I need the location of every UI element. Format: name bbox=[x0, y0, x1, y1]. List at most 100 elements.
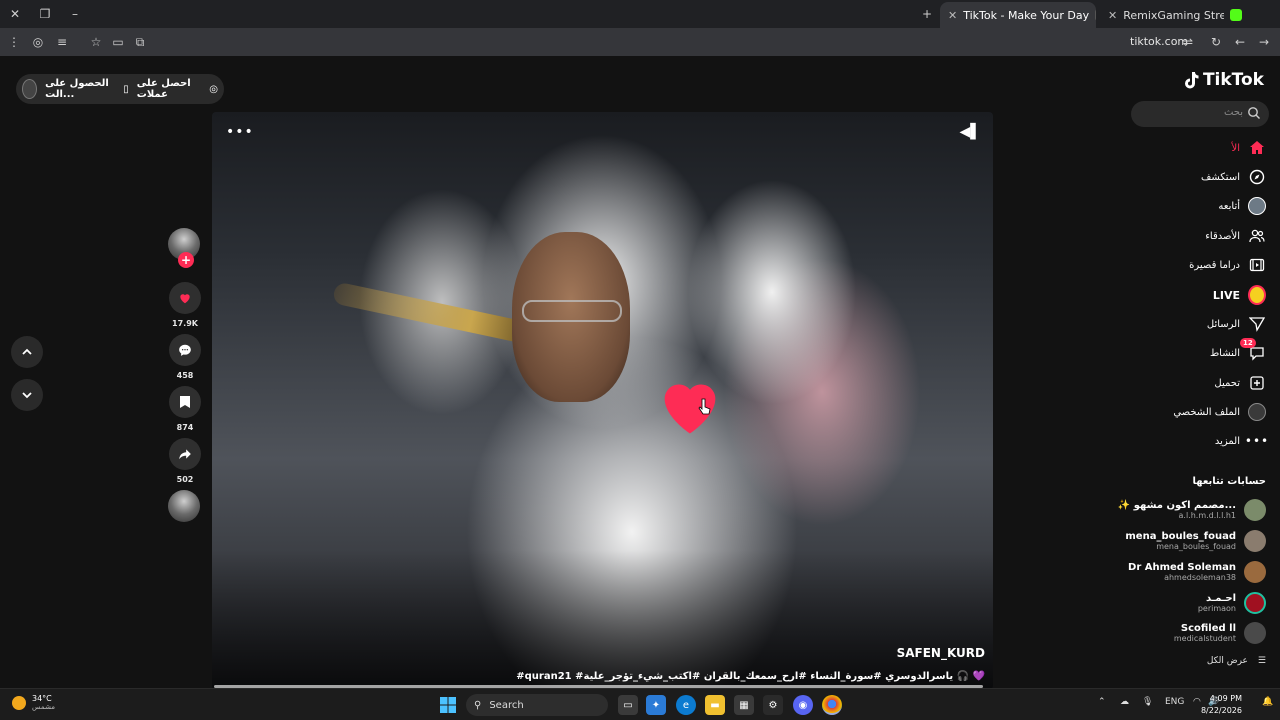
list-item[interactable]: mena_boules_fouad mena_boules_fouad bbox=[1125, 528, 1266, 554]
bookmark-icon[interactable] bbox=[169, 386, 201, 418]
sidebar-item-profile[interactable]: الملف الشخصي bbox=[1173, 402, 1266, 422]
notifications-icon[interactable]: 🔔 bbox=[1262, 697, 1273, 707]
sidebar-item-short-drama[interactable]: دراما قصيرة bbox=[1189, 255, 1266, 275]
windows-start-icon[interactable] bbox=[438, 695, 458, 715]
bookmark-star-icon[interactable]: ☆ bbox=[88, 34, 104, 50]
chevron-up-icon[interactable]: ⌃ bbox=[1098, 697, 1106, 707]
search-input[interactable]: بحث bbox=[1131, 101, 1269, 127]
previous-video-button[interactable] bbox=[11, 336, 43, 368]
temperature: 34°C bbox=[32, 694, 52, 703]
tab-close-icon[interactable]: ✕ bbox=[1108, 9, 1117, 22]
microphone-icon[interactable]: 🎙 bbox=[1142, 697, 1153, 707]
cast-icon[interactable]: ▭ bbox=[110, 34, 126, 50]
home-icon bbox=[1248, 139, 1266, 157]
taskbar-search[interactable]: ⚲ Search bbox=[466, 694, 608, 716]
sidebar-item-following[interactable]: أتابعه bbox=[1218, 196, 1266, 216]
tiktok-logo[interactable]: TikTok bbox=[1183, 70, 1264, 90]
list-item[interactable]: احـمـد perimaon bbox=[1198, 590, 1266, 616]
sidebar-item-activity[interactable]: النشاط 12 bbox=[1210, 338, 1266, 363]
coins-promo[interactable]: الحصول على الت... ▯ احصل على عملات ◎ bbox=[16, 74, 224, 104]
music-disc-icon[interactable] bbox=[168, 490, 200, 522]
share-arrow-icon[interactable] bbox=[169, 438, 201, 470]
comment-button[interactable]: 458 bbox=[168, 334, 202, 380]
chrome-icon[interactable] bbox=[822, 695, 842, 715]
reload-icon[interactable]: ↻ bbox=[1208, 34, 1224, 50]
copilot-icon[interactable]: ✦ bbox=[646, 695, 666, 715]
sidebar-item-more[interactable]: المزيد ••• bbox=[1214, 431, 1270, 451]
like-button[interactable]: 17.9K bbox=[168, 282, 202, 328]
list-item[interactable]: Dr Ahmed Soleman ahmedsoleman38 bbox=[1128, 559, 1266, 585]
search-icon: ⚲ bbox=[474, 699, 482, 711]
language-indicator[interactable]: ENG bbox=[1165, 697, 1184, 707]
more-options-icon[interactable]: ••• bbox=[226, 124, 254, 140]
store-icon[interactable]: ▦ bbox=[734, 695, 754, 715]
weather-widget[interactable]: 34°C مشمس bbox=[12, 694, 55, 711]
task-view-icon[interactable]: ▭ bbox=[618, 695, 638, 715]
sound-avatar[interactable] bbox=[168, 490, 202, 522]
sidebar-item-messages[interactable]: الرسائل bbox=[1207, 314, 1266, 334]
restore-window-icon[interactable]: ❐ bbox=[36, 5, 54, 23]
new-tab-icon[interactable]: + bbox=[918, 5, 936, 23]
account-name: Dr Ahmed Soleman bbox=[1128, 562, 1236, 573]
list-item[interactable]: ✨ مصمم اكون مشهو... a.l.h.m.d.l.l.h1 bbox=[1118, 497, 1266, 523]
back-icon[interactable]: ← bbox=[1232, 34, 1248, 50]
avatar[interactable] bbox=[1244, 592, 1266, 614]
avatar[interactable] bbox=[1244, 561, 1266, 583]
next-video-button[interactable] bbox=[11, 379, 43, 411]
avatar[interactable] bbox=[1244, 622, 1266, 644]
creator-avatar[interactable]: + bbox=[168, 228, 202, 268]
clock[interactable]: 4:09 PM 8/22/2026 bbox=[1201, 693, 1242, 717]
sidebar-item-home[interactable]: الأ bbox=[1232, 138, 1266, 158]
account-username: mena_boules_fouad bbox=[1156, 542, 1236, 551]
minimize-window-icon[interactable]: – bbox=[66, 5, 84, 23]
save-button[interactable]: 874 bbox=[168, 386, 202, 432]
video-player[interactable]: ••• ◀▌ SAFEN_KURD #quran21 #ياسرالدوسري … bbox=[212, 112, 993, 690]
glasses-image bbox=[522, 300, 622, 322]
avatar[interactable] bbox=[1244, 499, 1266, 521]
tiktok-note-icon bbox=[1184, 72, 1199, 89]
account-username: medicalstudent bbox=[1173, 634, 1236, 643]
heart-icon[interactable] bbox=[169, 282, 201, 314]
tab-kick[interactable]: ✕ RemixGaming Stream - Kick De bbox=[1100, 2, 1250, 28]
file-explorer-icon[interactable]: ▬ bbox=[705, 695, 725, 715]
comment-icon[interactable] bbox=[169, 334, 201, 366]
reading-list-icon[interactable]: ≡ bbox=[54, 34, 70, 50]
sidebar-item-live[interactable]: LIVE bbox=[1213, 285, 1266, 305]
discord-icon[interactable]: ◉ bbox=[793, 695, 813, 715]
forward-icon[interactable]: → bbox=[1256, 34, 1272, 50]
sidebar-item-explore[interactable]: استكشف bbox=[1201, 167, 1266, 187]
share-button[interactable]: 502 bbox=[168, 438, 202, 484]
coin-icon: ◎ bbox=[209, 83, 219, 95]
promo-label-2[interactable]: الحصول على الت... bbox=[45, 78, 115, 100]
cloud-icon[interactable]: ☁ bbox=[1120, 697, 1129, 707]
account-username: ahmedsoleman38 bbox=[1164, 573, 1236, 582]
close-window-icon[interactable]: ✕ bbox=[6, 5, 24, 23]
site-settings-icon[interactable]: ⇌ bbox=[1180, 34, 1196, 50]
windows-taskbar: 34°C مشمس ⚲ Search ▭ ✦ e ▬ ▦ ⚙ ◉ ⌃ ☁ 🎙 E… bbox=[0, 688, 1280, 720]
profile-icon[interactable]: ◎ bbox=[30, 34, 46, 50]
sidebar-item-upload[interactable]: تحميل bbox=[1214, 373, 1266, 393]
notification-badge: 12 bbox=[1240, 338, 1256, 348]
sidebar-item-friends[interactable]: الأصدقاء bbox=[1205, 226, 1266, 246]
video-author[interactable]: SAFEN_KURD bbox=[897, 646, 985, 660]
account-name: Scofiled ll bbox=[1180, 623, 1236, 634]
follow-plus-icon[interactable]: + bbox=[178, 252, 194, 268]
more-icon: ••• bbox=[1244, 434, 1270, 448]
extensions-icon[interactable]: ⧉ bbox=[132, 34, 148, 50]
promo-label-1[interactable]: احصل على عملات bbox=[137, 78, 202, 100]
weather-condition: مشمس bbox=[32, 703, 55, 711]
wifi-icon[interactable]: ◠ bbox=[1193, 697, 1201, 707]
sidebar-item-label: المزيد bbox=[1214, 435, 1240, 447]
search-icon[interactable] bbox=[1247, 106, 1261, 120]
tab-close-icon[interactable]: ✕ bbox=[948, 9, 957, 22]
list-item[interactable]: Scofiled ll medicalstudent bbox=[1174, 620, 1266, 646]
menu-dots-icon[interactable]: ⋮ bbox=[6, 34, 22, 50]
live-icon bbox=[1248, 285, 1266, 305]
steam-icon[interactable]: ⚙ bbox=[763, 695, 783, 715]
avatar[interactable] bbox=[1244, 530, 1266, 552]
tab-tiktok[interactable]: ✕ TikTok - Make Your Day bbox=[940, 2, 1096, 28]
volume-icon[interactable]: ◀▌ bbox=[959, 124, 981, 140]
account-name: ✨ مصمم اكون مشهو... bbox=[1117, 500, 1236, 511]
edge-icon[interactable]: e bbox=[676, 695, 696, 715]
see-all-link[interactable]: عرض الكل ☰ bbox=[1207, 656, 1266, 666]
